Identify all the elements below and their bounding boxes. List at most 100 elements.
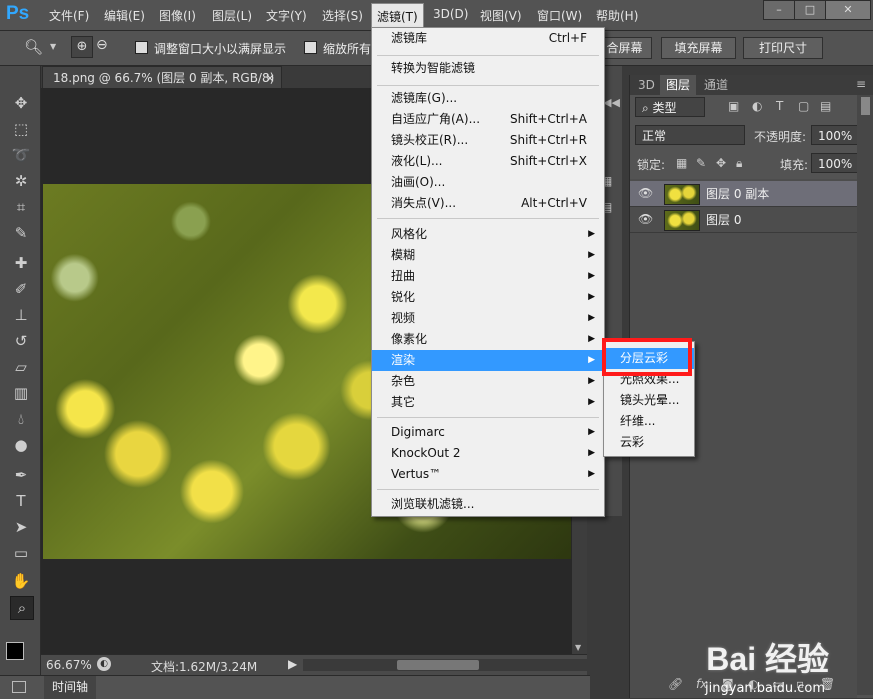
smart-object-filter-icon[interactable]: ▤ xyxy=(820,99,831,113)
foreground-color-swatch[interactable] xyxy=(6,642,24,660)
type-tool-icon[interactable]: T xyxy=(10,490,32,512)
menu-layer[interactable]: 图层(L) xyxy=(212,7,252,24)
menu-filter[interactable]: 滤镜(T) xyxy=(371,3,424,30)
menu-item-filter-gallery[interactable]: 滤镜库(G)... xyxy=(372,88,604,109)
menu-item-noise[interactable]: 杂色 ▶ xyxy=(372,371,604,392)
tab-channels[interactable]: 通道 xyxy=(698,75,734,95)
stamp-tool-icon[interactable]: ⊥ xyxy=(10,304,32,326)
link-layers-icon[interactable]: 🔗︎ xyxy=(668,677,683,691)
pixel-layer-filter-icon[interactable]: ▣ xyxy=(728,99,739,113)
shape-filter-icon[interactable]: ▢ xyxy=(798,99,809,113)
resize-windows-checkbox[interactable] xyxy=(135,41,148,54)
menu-item-render[interactable]: 渲染 ▶ xyxy=(372,350,604,371)
menu-select[interactable]: 选择(S) xyxy=(322,7,363,24)
menu-file[interactable]: 文件(F) xyxy=(49,7,89,24)
menu-item-digimarc[interactable]: Digimarc ▶ xyxy=(372,422,604,443)
layers-scroll-thumb[interactable] xyxy=(861,97,870,115)
horizontal-scrollbar[interactable] xyxy=(303,659,587,671)
chevron-down-icon[interactable]: ▼ xyxy=(50,42,56,51)
submenu-item-fibers[interactable]: 纤维... xyxy=(604,411,694,432)
menu-item-convert-smart-filter[interactable]: 转换为智能滤镜 xyxy=(372,58,604,79)
menu-help[interactable]: 帮助(H) xyxy=(596,7,638,24)
zoom-out-icon[interactable]: ⊖ xyxy=(96,37,108,53)
adjustment-filter-icon[interactable]: ◐ xyxy=(752,99,762,113)
history-brush-icon[interactable]: ↺ xyxy=(10,330,32,352)
type-filter-icon[interactable]: T xyxy=(776,99,783,113)
zoom-tool-icon[interactable]: 🔍︎ xyxy=(24,38,43,56)
tab-layers[interactable]: 图层 xyxy=(660,75,697,95)
healing-brush-icon[interactable]: ✚ xyxy=(10,252,32,274)
timeline-icon[interactable] xyxy=(12,681,26,693)
menu-item-vanishing-point[interactable]: 消失点(V)... Alt+Ctrl+V xyxy=(372,193,604,214)
visibility-eye-icon[interactable]: 👁︎ xyxy=(638,186,653,200)
fill-screen-button[interactable]: 填充屏幕 xyxy=(661,37,736,59)
lock-transparency-icon[interactable]: ▦ xyxy=(676,156,687,170)
document-tab[interactable]: 18.png @ 66.7% (图层 0 副本, RGB/8) * × xyxy=(42,66,282,107)
layer-row[interactable]: 👁︎ 图层 0 副本 xyxy=(630,181,857,207)
menu-type[interactable]: 文字(Y) xyxy=(266,7,307,24)
menu-edit[interactable]: 编辑(E) xyxy=(104,7,145,24)
path-select-icon[interactable]: ➤ xyxy=(10,516,32,538)
menu-item-vertus[interactable]: Vertus™ ▶ xyxy=(372,464,604,485)
menu-item-stylize[interactable]: 风格化 ▶ xyxy=(372,224,604,245)
close-button[interactable]: ✕ xyxy=(825,0,871,20)
tab-3d[interactable]: 3D xyxy=(632,75,661,95)
status-info-icon[interactable]: ◐ xyxy=(97,657,111,671)
zoom-level[interactable]: 66.67% xyxy=(46,658,92,672)
lock-pixels-icon[interactable]: ✎ xyxy=(696,156,706,170)
restore-button[interactable]: □ xyxy=(794,0,826,20)
lasso-tool-icon[interactable]: ➰ xyxy=(10,144,32,166)
lock-all-icon[interactable]: 🔒︎ xyxy=(736,156,742,171)
menu-item-filter-gallery-last[interactable]: 滤镜库 Ctrl+F xyxy=(372,28,604,49)
layer-kind-filter[interactable]: ⌕ 类型 xyxy=(635,97,705,117)
crop-tool-icon[interactable]: ⌗ xyxy=(10,196,32,218)
menu-item-liquify[interactable]: 液化(L)... Shift+Ctrl+X xyxy=(372,151,604,172)
menu-view[interactable]: 视图(V) xyxy=(480,7,522,24)
scroll-down-icon[interactable]: ▼ xyxy=(575,643,581,652)
visibility-eye-icon[interactable]: 👁︎ xyxy=(638,212,653,226)
menu-item-other[interactable]: 其它 ▶ xyxy=(372,392,604,413)
hand-tool-icon[interactable]: ✋ xyxy=(10,570,32,592)
menu-image[interactable]: 图像(I) xyxy=(159,7,196,24)
submenu-item-lens-flare[interactable]: 镜头光晕... xyxy=(604,390,694,411)
zoom-all-checkbox[interactable] xyxy=(304,41,317,54)
zoom-in-icon[interactable]: ⊕ xyxy=(71,36,93,58)
print-size-button[interactable]: 打印尺寸 xyxy=(743,37,823,59)
menu-item-knockout[interactable]: KnockOut 2 ▶ xyxy=(372,443,604,464)
pen-tool-icon[interactable]: ✒ xyxy=(10,464,32,486)
submenu-item-clouds[interactable]: 云彩 xyxy=(604,432,694,453)
menu-item-video[interactable]: 视频 ▶ xyxy=(372,308,604,329)
dodge-tool-icon[interactable]: ● xyxy=(10,434,32,456)
zoom-tool-icon[interactable]: ⌕ xyxy=(10,596,34,620)
marquee-tool-icon[interactable]: ⬚ xyxy=(10,118,32,140)
menu-window[interactable]: 窗口(W) xyxy=(537,7,582,24)
blur-tool-icon[interactable]: 💧︎ xyxy=(10,408,32,430)
eyedropper-icon[interactable]: ✎ xyxy=(10,222,32,244)
layers-scrollbar[interactable] xyxy=(857,95,873,695)
horizontal-scroll-thumb[interactable] xyxy=(397,660,479,670)
lock-position-icon[interactable]: ✥ xyxy=(716,156,726,170)
panel-collapse-arrows-icon[interactable]: ◀◀ xyxy=(603,96,620,109)
menu-item-distort[interactable]: 扭曲 ▶ xyxy=(372,266,604,287)
panel-menu-icon[interactable]: ≡ xyxy=(856,77,866,91)
fill-input[interactable]: 100% xyxy=(811,153,863,173)
close-tab-icon[interactable]: × xyxy=(265,67,275,89)
menu-item-sharpen[interactable]: 锐化 ▶ xyxy=(372,287,604,308)
magic-wand-icon[interactable]: ✲ xyxy=(10,170,32,192)
menu-item-oil-paint[interactable]: 油画(O)... xyxy=(372,172,604,193)
menu-item-browse-online[interactable]: 浏览联机滤镜... xyxy=(372,494,604,515)
layer-row[interactable]: 👁︎ 图层 0 xyxy=(630,207,857,233)
move-tool-icon[interactable]: ✥ xyxy=(10,92,32,114)
blend-mode-select[interactable]: 正常 xyxy=(635,125,745,145)
brush-tool-icon[interactable]: ✐ xyxy=(10,278,32,300)
opacity-input[interactable]: 100% xyxy=(811,125,863,145)
menu-item-lens-correction[interactable]: 镜头校正(R)... Shift+Ctrl+R xyxy=(372,130,604,151)
menu-3d[interactable]: 3D(D) xyxy=(433,7,468,21)
gradient-tool-icon[interactable]: ▥ xyxy=(10,382,32,404)
menu-item-pixelate[interactable]: 像素化 ▶ xyxy=(372,329,604,350)
eraser-tool-icon[interactable]: ▱ xyxy=(10,356,32,378)
fit-screen-button[interactable]: 合屏幕 xyxy=(597,37,652,59)
timeline-tab[interactable]: 时间轴 xyxy=(44,676,97,699)
menu-item-adaptive-wide-angle[interactable]: 自适应广角(A)... Shift+Ctrl+A xyxy=(372,109,604,130)
menu-item-blur[interactable]: 模糊 ▶ xyxy=(372,245,604,266)
